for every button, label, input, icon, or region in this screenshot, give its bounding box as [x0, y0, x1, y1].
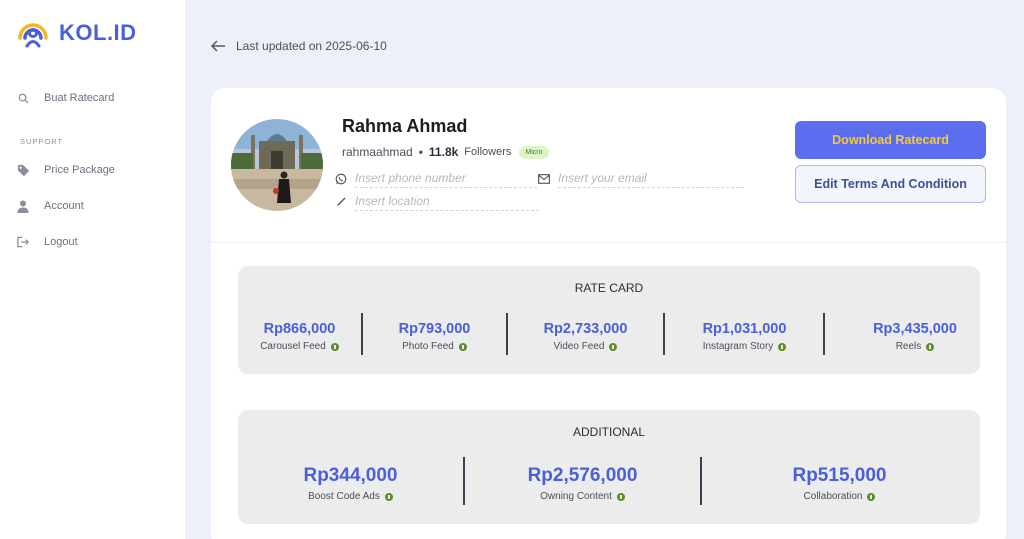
- followers-label: Followers: [464, 146, 512, 158]
- location-input[interactable]: [355, 193, 539, 211]
- additional-title: ADDITIONAL: [572, 425, 645, 439]
- additional-price: Rp344,000: [303, 465, 398, 486]
- rate-label: Video Feed: [508, 341, 663, 352]
- additional-price: Rp2,576,000: [527, 465, 638, 486]
- sidebar-section-support: SUPPORT: [20, 137, 64, 146]
- phone-input[interactable]: [355, 170, 537, 188]
- ratecard-card: Rahma Ahmad rahmaahmad • 11.8k Followers…: [211, 88, 1006, 539]
- additional-label: Owning Content: [465, 491, 700, 502]
- sidebar-item-label: Buat Ratecard: [44, 92, 115, 104]
- additional-price: Rp515,000: [792, 465, 887, 486]
- tier-badge: Micro: [519, 145, 549, 159]
- info-icon[interactable]: [384, 492, 393, 501]
- additional-panel: ADDITIONAL Rp344,000 Boost Code Ads Rp2,…: [238, 410, 980, 524]
- rate-price: Rp793,000: [398, 321, 471, 337]
- rate-price: Rp3,435,000: [873, 321, 957, 337]
- profile-meta: rahmaahmad • 11.8k Followers Micro: [342, 145, 549, 159]
- rate-label: Instagram Story: [665, 341, 824, 352]
- info-icon[interactable]: [778, 342, 787, 351]
- rate-card-title: RATE CARD: [574, 281, 644, 295]
- info-icon[interactable]: [609, 342, 618, 351]
- logo-text: KOL.ID: [59, 20, 137, 45]
- sidebar-item-buat-ratecard[interactable]: Buat Ratecard: [16, 91, 114, 105]
- rate-item: Rp3,435,000 Reels: [825, 321, 1005, 352]
- divider: [211, 242, 1006, 243]
- profile-username: rahmaahmad: [342, 145, 413, 159]
- rate-label: Carousel Feed: [238, 341, 361, 352]
- profile-name: Rahma Ahmad: [342, 116, 468, 136]
- followers-count: 11.8k: [428, 145, 459, 159]
- email-input[interactable]: [558, 170, 744, 188]
- meta-separator: •: [418, 145, 423, 159]
- info-icon[interactable]: [926, 342, 935, 351]
- sidebar-item-label: Logout: [44, 236, 78, 248]
- rate-item: Rp793,000 Photo Feed: [362, 321, 507, 352]
- info-icon[interactable]: [330, 342, 339, 351]
- back-link[interactable]: Last updated on 2025-06-10: [210, 38, 387, 54]
- additional-item: Rp344,000 Boost Code Ads: [238, 465, 463, 502]
- logout-icon: [16, 235, 30, 249]
- sidebar-item-account[interactable]: Account: [16, 199, 84, 213]
- rate-label: Reels: [825, 341, 1005, 352]
- user-icon: [16, 199, 30, 213]
- sidebar-item-price-package[interactable]: Price Package: [16, 163, 115, 177]
- rate-item: Rp2,733,000 Video Feed: [508, 321, 663, 352]
- additional-item: Rp515,000 Collaboration: [702, 465, 977, 502]
- download-ratecard-button[interactable]: Download Ratecard: [795, 121, 986, 159]
- sidebar-item-label: Account: [44, 200, 84, 212]
- location-field: [335, 193, 539, 211]
- logo-icon: [16, 16, 50, 50]
- last-updated-text: Last updated on 2025-06-10: [236, 39, 387, 53]
- phone-field: [335, 170, 537, 188]
- email-field: [538, 170, 744, 188]
- tag-icon: [16, 163, 30, 177]
- sidebar: KOL.ID Buat Ratecard SUPPORT Price Packa…: [0, 0, 185, 539]
- search-icon: [16, 91, 30, 105]
- sidebar-item-label: Price Package: [44, 164, 115, 176]
- rate-price: Rp866,000: [263, 321, 336, 337]
- rate-price: Rp2,733,000: [543, 321, 628, 337]
- rate-item: Rp866,000 Carousel Feed: [238, 321, 361, 352]
- additional-item: Rp2,576,000 Owning Content: [465, 465, 700, 502]
- sidebar-item-logout[interactable]: Logout: [16, 235, 78, 249]
- arrow-left-icon: [211, 40, 225, 52]
- rate-label: Photo Feed: [362, 341, 507, 352]
- avatar: [231, 119, 323, 211]
- mail-icon: [538, 173, 550, 185]
- logo[interactable]: KOL.ID: [16, 16, 137, 50]
- additional-label: Boost Code Ads: [238, 491, 463, 502]
- additional-label: Collaboration: [702, 491, 977, 502]
- info-icon[interactable]: [616, 492, 625, 501]
- rate-card-panel: RATE CARD Rp866,000 Carousel Feed Rp793,…: [238, 266, 980, 374]
- location-pin-icon: [335, 196, 347, 208]
- info-icon[interactable]: [867, 492, 876, 501]
- edit-terms-button[interactable]: Edit Terms And Condition: [795, 165, 986, 203]
- rate-item: Rp1,031,000 Instagram Story: [665, 321, 824, 352]
- rate-price: Rp1,031,000: [702, 321, 787, 337]
- info-icon[interactable]: [458, 342, 467, 351]
- whatsapp-icon: [335, 173, 347, 185]
